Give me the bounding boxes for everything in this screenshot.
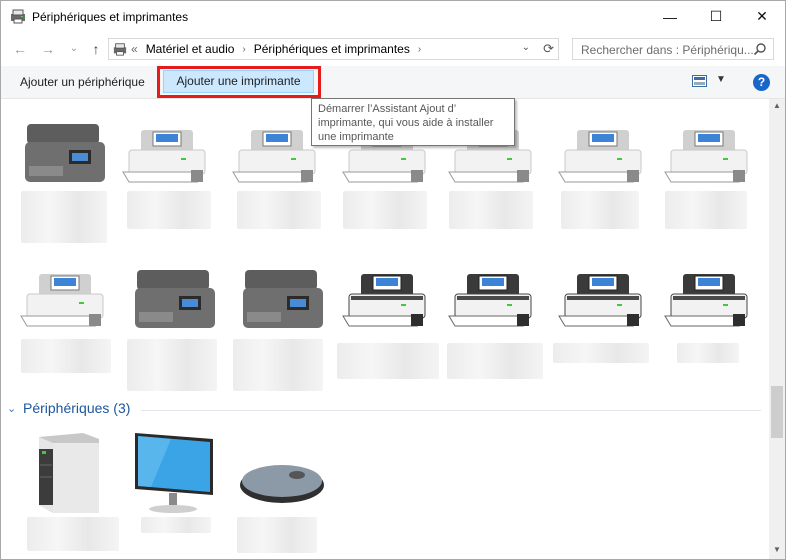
help-button[interactable]: ? — [753, 74, 770, 91]
command-bar: Ajouter un périphérique Ajouter une impr… — [1, 66, 785, 99]
printer-icon[interactable] — [557, 121, 647, 201]
forward-button[interactable]: → — [39, 40, 57, 58]
device-label-redacted — [447, 343, 543, 379]
devices-group-title[interactable]: Périphériques (3) — [23, 400, 130, 416]
navigation-bar: ← → ⌄ ↑ « Matériel et audio › Périphériq… — [1, 32, 785, 66]
breadcrumb-separator[interactable]: › — [418, 44, 421, 55]
maximize-button[interactable]: ☐ — [693, 1, 739, 32]
device-label-redacted — [337, 343, 439, 379]
vertical-scrollbar[interactable]: ▲ ▼ — [769, 99, 785, 559]
breadcrumb-item-hardware-sound[interactable]: Matériel et audio — [146, 42, 235, 56]
multifunction-printer-icon[interactable] — [237, 263, 327, 343]
device-label-redacted — [127, 339, 217, 391]
device-label-redacted — [233, 339, 323, 391]
search-box[interactable]: Rechercher dans : Périphériqu... — [572, 38, 774, 60]
devices-group-header[interactable]: ⌄ Périphériques (3) — [7, 400, 130, 416]
mouse-icon[interactable] — [237, 457, 327, 509]
device-label-redacted — [553, 343, 649, 363]
breadcrumb-separator[interactable]: › — [242, 44, 245, 55]
add-printer-tooltip: Démarrer l’Assistant Ajout d’ imprimante… — [311, 98, 515, 146]
minimize-button[interactable]: — — [647, 1, 693, 32]
title-bar: Périphériques et imprimantes — ☐ ✕ — [1, 1, 785, 32]
scroll-down-arrow[interactable]: ▼ — [769, 545, 785, 557]
device-label-redacted — [677, 343, 739, 363]
devices-and-printers-window: Périphériques et imprimantes — ☐ ✕ ← → ⌄… — [0, 0, 786, 560]
breadcrumb: « Matériel et audio › Périphériques et i… — [131, 42, 429, 56]
change-view-icon[interactable] — [692, 75, 707, 87]
multifunction-printer-icon[interactable] — [19, 117, 109, 197]
printer-dark-icon[interactable] — [341, 265, 431, 345]
printer-icon[interactable] — [663, 121, 753, 201]
device-label-redacted — [449, 191, 533, 229]
group-divider — [141, 410, 761, 411]
printer-dark-icon[interactable] — [447, 265, 537, 345]
devices-content-area: ⌄ Périphériques (3) — [1, 99, 769, 559]
address-dropdown-button[interactable]: ⌄ — [522, 42, 530, 53]
add-device-button[interactable]: Ajouter un périphérique — [20, 75, 145, 89]
device-label-redacted — [127, 191, 211, 229]
printer-icon[interactable] — [231, 121, 321, 201]
device-label-redacted — [665, 191, 747, 229]
recent-locations-button[interactable]: ⌄ — [65, 40, 83, 58]
device-label-redacted — [343, 191, 427, 229]
search-input[interactable]: Rechercher dans : Périphériqu... — [581, 43, 754, 57]
computer-tower-icon[interactable] — [29, 429, 105, 517]
printer-icon[interactable] — [121, 121, 211, 201]
device-label-redacted — [21, 339, 111, 373]
refresh-button[interactable]: ⟳ — [543, 41, 554, 57]
chevron-down-icon[interactable]: ⌄ — [7, 402, 19, 415]
breadcrumb-overflow[interactable]: « — [131, 42, 138, 56]
view-options-dropdown[interactable]: ▼ — [716, 74, 726, 85]
printer-dark-icon[interactable] — [557, 265, 647, 345]
window-title: Périphériques et imprimantes — [32, 10, 189, 24]
breadcrumb-item-devices-printers[interactable]: Périphériques et imprimantes — [254, 42, 410, 56]
scroll-thumb[interactable] — [771, 386, 783, 438]
device-label-redacted — [237, 517, 317, 553]
printer-dark-icon[interactable] — [663, 265, 753, 345]
device-label-redacted — [27, 517, 119, 551]
devices-printers-app-icon — [11, 9, 25, 24]
monitor-icon[interactable] — [131, 429, 217, 517]
close-button[interactable]: ✕ — [739, 1, 785, 32]
device-label-redacted — [141, 517, 211, 533]
device-label-redacted — [21, 191, 107, 243]
up-button[interactable]: ↑ — [87, 40, 105, 58]
device-label-redacted — [561, 191, 639, 229]
multifunction-printer-icon[interactable] — [129, 263, 219, 343]
printer-icon[interactable] — [19, 265, 109, 345]
address-bar[interactable]: « Matériel et audio › Périphériques et i… — [108, 38, 559, 60]
back-button[interactable]: ← — [11, 40, 29, 58]
highlight-frame — [157, 66, 321, 98]
device-label-redacted — [237, 191, 321, 229]
devices-printers-location-icon — [113, 43, 127, 56]
scroll-up-arrow[interactable]: ▲ — [769, 101, 785, 113]
search-icon[interactable] — [753, 42, 767, 56]
